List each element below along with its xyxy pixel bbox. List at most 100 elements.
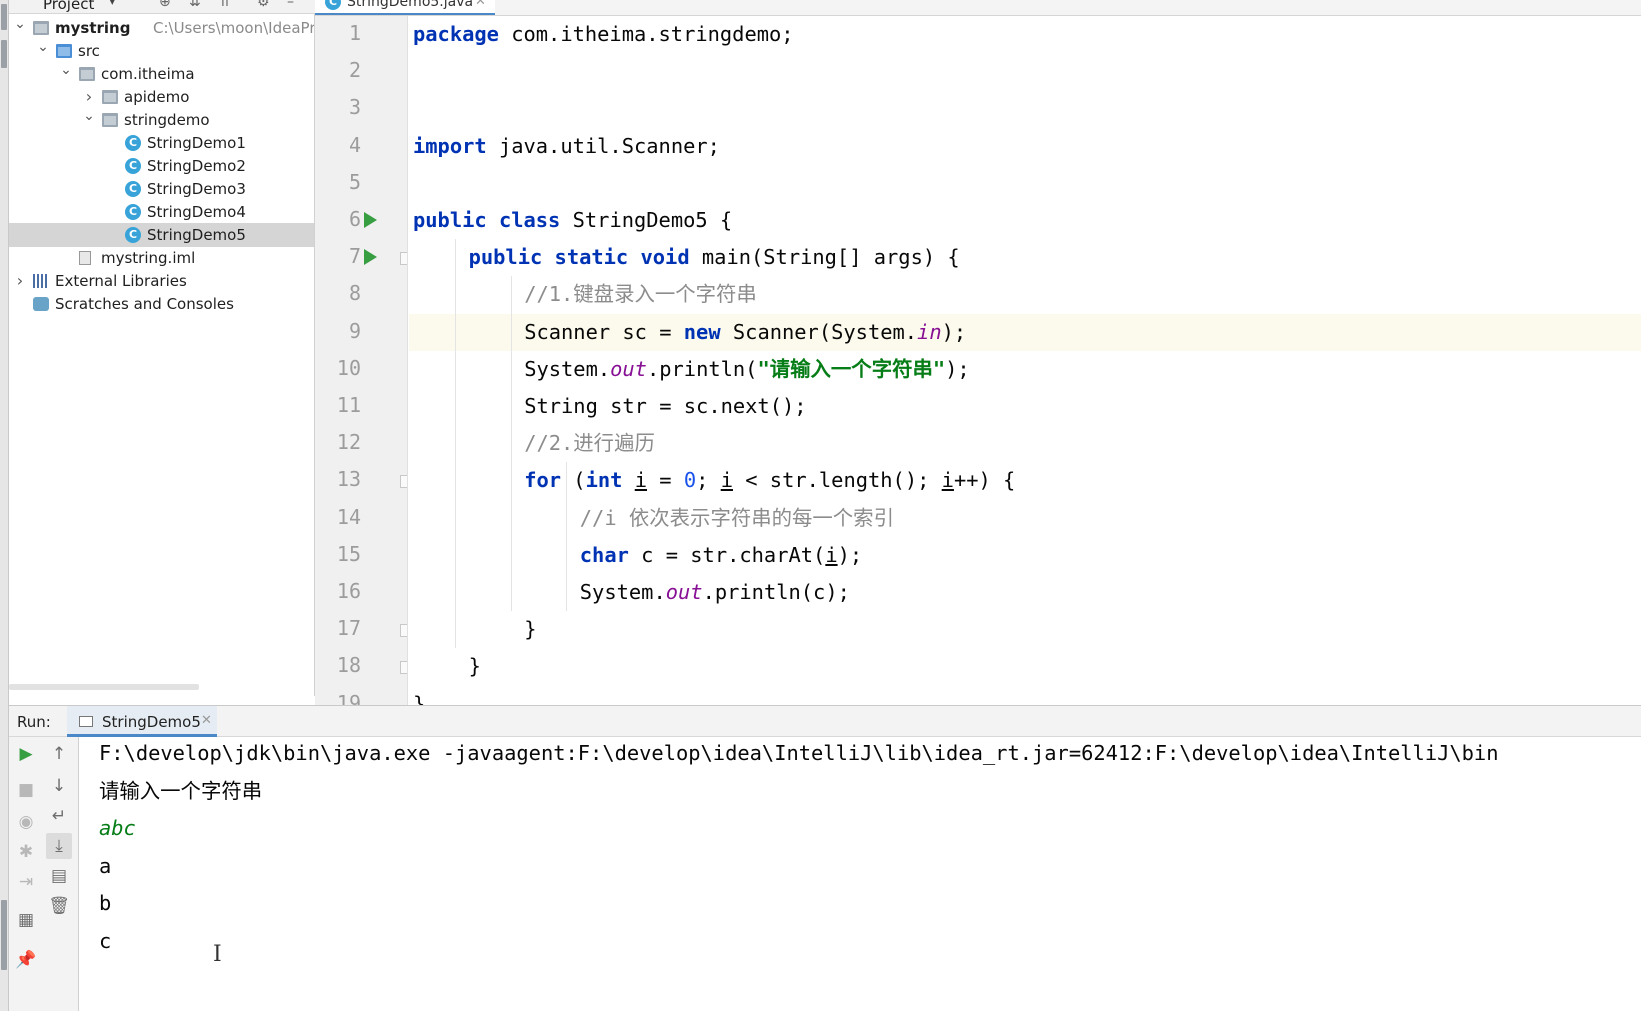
code-line: package com.itheima.stringdemo; xyxy=(413,16,794,53)
close-icon[interactable]: ✕ xyxy=(475,0,486,9)
run-tab-stringdemo5[interactable]: StringDemo5 ✕ xyxy=(67,706,217,737)
chevron-down-icon[interactable]: ⌄ xyxy=(59,58,73,82)
close-icon[interactable]: ✕ xyxy=(201,713,212,728)
tree-item[interactable]: › External Libraries xyxy=(9,269,314,293)
chevron-right-icon[interactable]: › xyxy=(13,269,27,293)
hide-icon[interactable]: – xyxy=(287,0,294,10)
run-gutter-icon[interactable] xyxy=(364,212,377,228)
arrow-up-icon[interactable]: ↑ xyxy=(46,741,72,767)
code-line: //i 依次表示字符串的每一个索引 xyxy=(580,500,894,537)
tree-item[interactable]: C StringDemo4 xyxy=(9,200,314,224)
rerun-icon[interactable]: ▶ xyxy=(13,741,39,767)
console-icon xyxy=(79,716,93,727)
camera-icon[interactable]: ◉ xyxy=(13,809,39,835)
project-tool-window-stripe[interactable] xyxy=(1,4,7,30)
fold-icon[interactable] xyxy=(400,252,407,266)
tool-window-stripe[interactable] xyxy=(1,40,7,68)
pin-icon[interactable]: 📌 xyxy=(13,947,39,973)
tree-item[interactable]: mystring.iml xyxy=(9,246,314,270)
line-number: 1 xyxy=(348,21,361,45)
code-token: new xyxy=(683,319,721,344)
tree-item[interactable]: ⌄ com.itheima xyxy=(9,62,314,86)
code-token: Scanner(System. xyxy=(720,319,918,344)
tree-item-label: Scratches and Consoles xyxy=(55,295,234,313)
editor-tab-strip: C StringDemo5.java ✕ xyxy=(315,0,1641,16)
project-panel-title[interactable]: Project xyxy=(43,0,94,13)
chevron-down-icon[interactable]: ▾ xyxy=(109,0,116,9)
tree-item-label: External Libraries xyxy=(55,272,187,290)
scroll-to-end-icon[interactable]: ⤓ xyxy=(46,833,72,859)
debug-icon[interactable]: ✱ xyxy=(13,839,39,865)
layout-icon[interactable]: ▦ xyxy=(13,907,39,933)
arrow-down-icon[interactable]: ↓ xyxy=(46,773,72,799)
line-number: 8 xyxy=(348,281,361,306)
gear-icon[interactable]: ⚙ xyxy=(257,0,270,10)
line-number: 11 xyxy=(336,393,361,417)
structure-tool-window-stripe[interactable] xyxy=(1,900,7,970)
collapse-all-icon[interactable]: ⇈ xyxy=(219,0,231,10)
tree-item-path: C:\Users\moon\IdeaProjects xyxy=(153,19,315,37)
tree-item[interactable]: C StringDemo3 xyxy=(9,177,314,201)
run-gutter-icon[interactable] xyxy=(364,249,377,266)
tree-item[interactable]: › apidemo xyxy=(9,85,314,109)
code-token: i xyxy=(634,468,647,493)
fold-icon[interactable] xyxy=(400,475,407,489)
tree-item-label: com.itheima xyxy=(101,65,195,83)
line-number: 15 xyxy=(336,541,361,566)
trash-icon[interactable]: 🗑 xyxy=(46,893,72,919)
code-token: 0 xyxy=(683,468,697,493)
code-token: //2.进行遍历 xyxy=(524,431,655,456)
editor-gutter[interactable]: 1 2 3 4 5 6 7 8 9 10 11 12 13 14 15 16 17 18 19 xyxy=(315,16,408,705)
editor-tab-stringdemo5[interactable]: C StringDemo5.java ✕ xyxy=(315,0,495,15)
tree-horizontal-scrollbar[interactable] xyxy=(9,684,199,690)
code-line: System.out.println("请输入一个字符串"); xyxy=(524,351,970,388)
tree-item[interactable]: C StringDemo2 xyxy=(9,154,314,178)
fold-icon[interactable] xyxy=(400,661,407,675)
code-token: void xyxy=(640,245,690,270)
console-line: c xyxy=(99,928,112,953)
tree-item[interactable]: C StringDemo5 xyxy=(9,223,314,247)
code-line: //1.键盘录入一个字符串 xyxy=(524,276,757,313)
tree-item[interactable]: ⌄ src xyxy=(9,39,314,63)
print-icon[interactable]: ▤ xyxy=(46,863,72,889)
tree-item[interactable]: ⌄ mystring C:\Users\moon\IdeaProjects xyxy=(9,14,315,40)
chevron-down-icon[interactable]: ⌄ xyxy=(36,35,50,59)
code-line: System.out.println(c); xyxy=(580,574,850,611)
code-token: class xyxy=(498,208,561,232)
chevron-down-icon[interactable]: ⌄ xyxy=(13,14,27,36)
stop-icon[interactable]: ■ xyxy=(13,777,39,803)
soft-wrap-icon[interactable]: ↵ xyxy=(46,803,72,829)
expand-all-icon[interactable]: ⇊ xyxy=(189,0,201,10)
code-token: i xyxy=(825,542,838,567)
tree-item[interactable]: ⌄ stringdemo xyxy=(9,108,314,132)
java-class-icon: C xyxy=(125,158,141,174)
java-class-icon: C xyxy=(125,135,141,151)
locate-icon[interactable]: ⊕ xyxy=(159,0,171,10)
code-token: Scanner sc = xyxy=(524,319,684,344)
package-icon xyxy=(102,90,118,104)
code-token: //i 依次表示字符串的每一个索引 xyxy=(579,505,894,530)
code-editor[interactable]: package com.itheima.stringdemo; import ja… xyxy=(409,16,1641,705)
code-token: java.util.Scanner; xyxy=(486,133,720,158)
tree-item-label: src xyxy=(78,42,100,60)
tree-item[interactable]: Scratches and Consoles xyxy=(9,292,314,316)
java-class-icon: C xyxy=(125,181,141,197)
code-token: StringDemo5 { xyxy=(560,208,733,232)
code-line: //2.进行遍历 xyxy=(524,425,655,462)
code-token: public xyxy=(468,245,543,270)
console-output[interactable]: I F:\develop\jdk\bin\java.exe -javaagent… xyxy=(79,737,1641,1011)
code-line: } xyxy=(524,611,536,648)
line-number: 2 xyxy=(348,58,361,83)
code-line: } xyxy=(469,648,481,685)
text-cursor-icon: I xyxy=(213,942,222,967)
chevron-down-icon[interactable]: ⌄ xyxy=(82,104,96,128)
fold-icon[interactable] xyxy=(400,624,407,638)
code-line: public class StringDemo5 { xyxy=(413,202,732,239)
code-line: char c = str.charAt(i); xyxy=(580,537,862,574)
code-token: in xyxy=(917,319,942,344)
tree-item[interactable]: C StringDemo1 xyxy=(9,131,314,155)
code-token: c = str.charAt( xyxy=(628,542,826,567)
exit-icon[interactable]: ⇥ xyxy=(13,869,39,895)
project-tree[interactable]: ⌄mystringC:\Users\moon\IdeaProjects⌄src⌄… xyxy=(9,14,315,696)
